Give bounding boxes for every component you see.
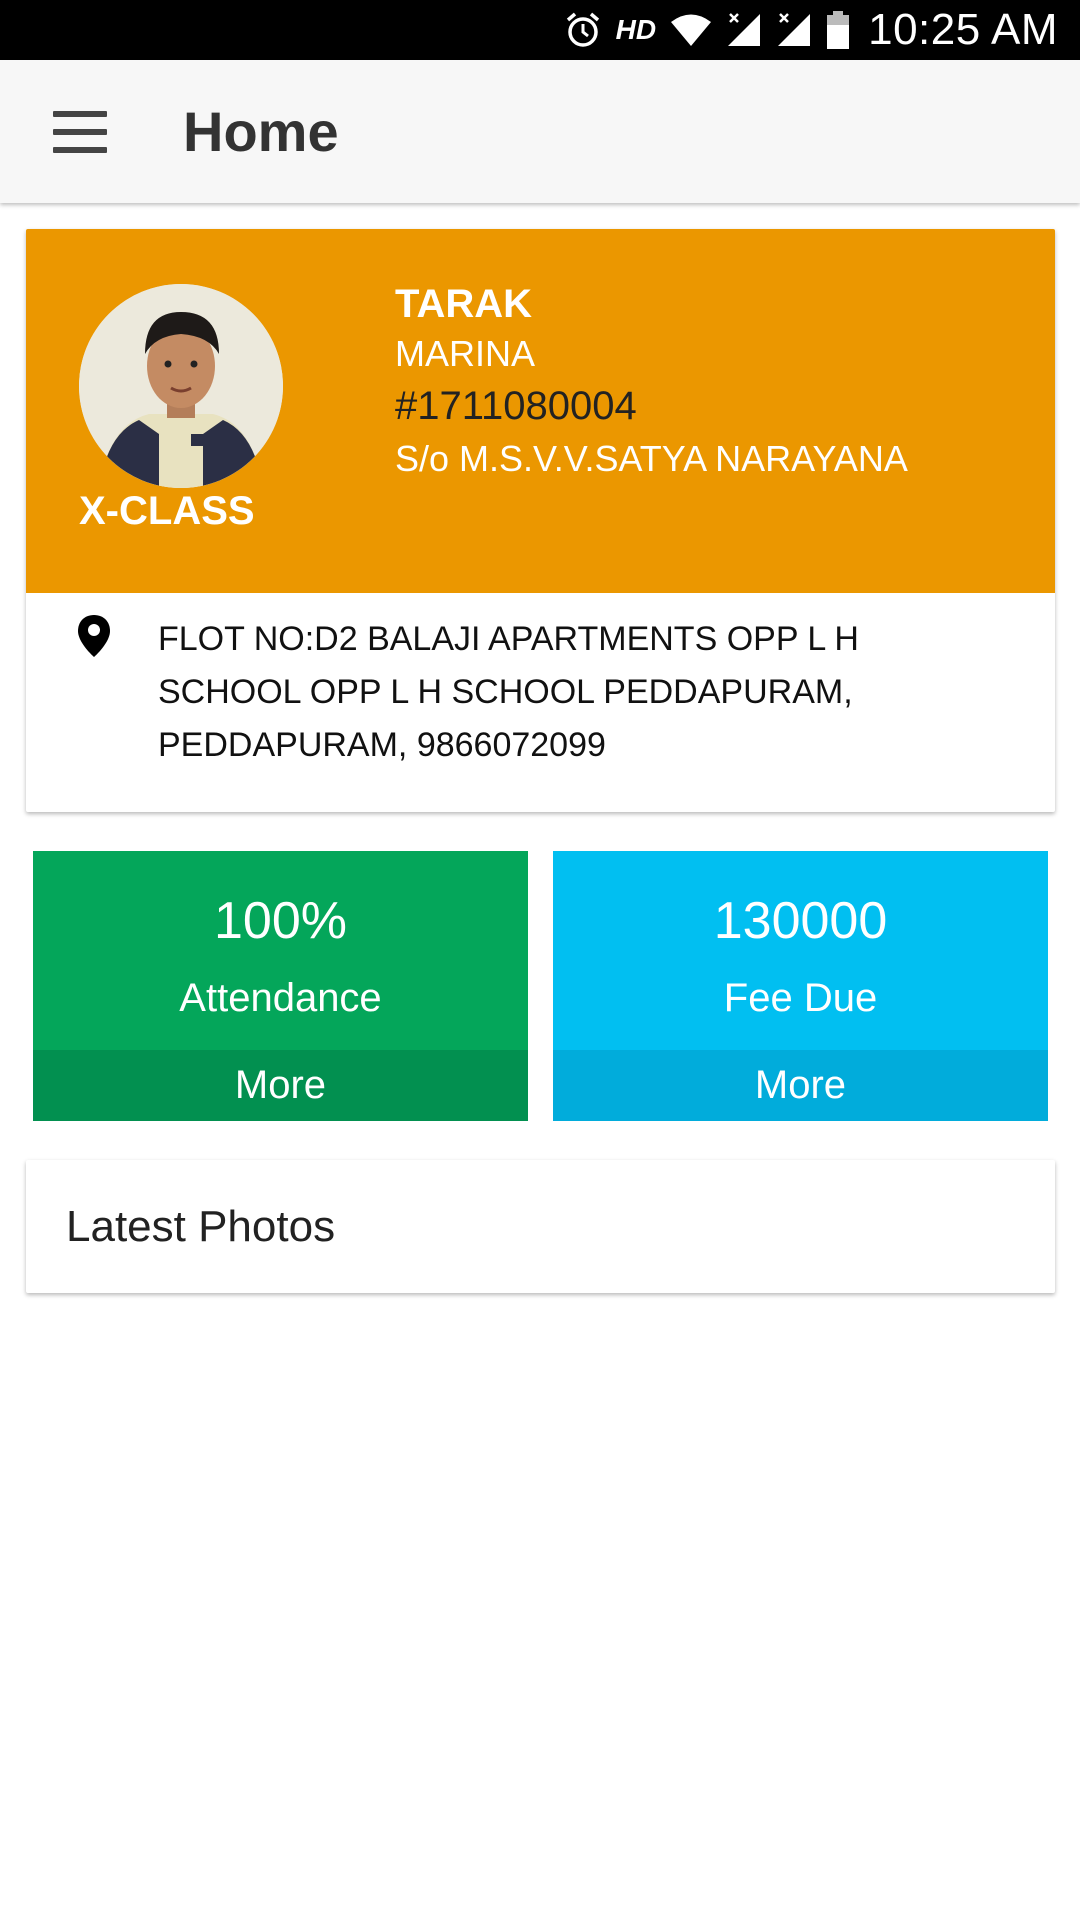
hd-indicator: HD: [615, 14, 657, 45]
address-text: FLOT NO:D2 BALAJI APARTMENTS OPP L H SCH…: [158, 620, 859, 764]
school-name: MARINA: [395, 333, 536, 374]
student-photo: [79, 284, 283, 488]
menu-icon[interactable]: [53, 102, 135, 162]
fee-due-label: Fee Due: [723, 976, 878, 1020]
class-label: X-CLASS: [79, 489, 255, 533]
student-name: TARAK: [395, 282, 533, 326]
profile-card: X-CLASS TARAK MARINA #1711080004 S/o M.S…: [26, 229, 1055, 812]
fee-due-tile[interactable]: 130000 Fee Due More: [553, 851, 1048, 1121]
attendance-value: 100%: [214, 892, 347, 950]
latest-photos-title: Latest Photos: [66, 1201, 336, 1251]
attendance-label: Attendance: [179, 976, 382, 1020]
location-pin-icon: [78, 615, 110, 657]
alarm-icon: [566, 12, 599, 47]
page-title: Home: [183, 100, 339, 163]
profile-header: X-CLASS TARAK MARINA #1711080004 S/o M.S…: [26, 229, 1055, 593]
status-time: 10:25 AM: [868, 5, 1058, 54]
roll-number: #1711080004: [395, 384, 637, 428]
app-bar: Home: [0, 60, 1080, 203]
signal-icon: [778, 13, 811, 46]
parent-name: S/o M.S.V.V.SATYA NARAYANA: [395, 438, 908, 479]
status-icons: HD: [564, 11, 850, 49]
fee-due-value: 130000: [713, 892, 888, 950]
status-bar: HD 10:25 AM: [0, 0, 1080, 60]
address-row: FLOT NO:D2 BALAJI APARTMENTS OPP L H SCH…: [26, 593, 1055, 812]
avatar: [79, 284, 283, 488]
latest-photos-card[interactable]: Latest Photos: [26, 1160, 1055, 1293]
student-info: TARAK MARINA #1711080004 S/o M.S.V.V.SAT…: [395, 279, 908, 485]
attendance-tile[interactable]: 100% Attendance More: [33, 851, 528, 1121]
fee-due-more-button[interactable]: More: [553, 1050, 1048, 1121]
signal-icon: [728, 13, 761, 46]
attendance-more-button[interactable]: More: [33, 1050, 528, 1121]
wifi-icon: [671, 14, 712, 46]
battery-icon: [827, 11, 850, 49]
